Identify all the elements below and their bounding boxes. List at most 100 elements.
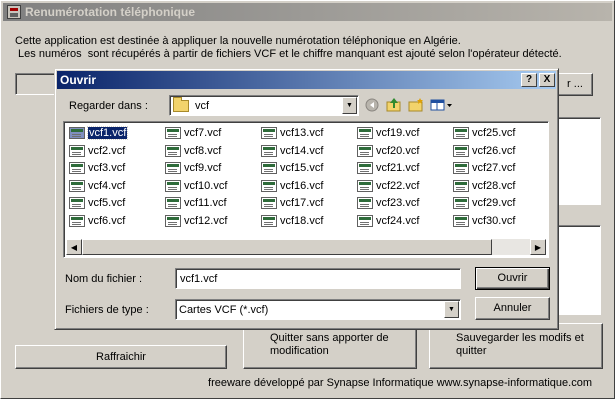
file-item[interactable]: vcf20.vcf — [357, 143, 419, 159]
filename-label: Nom du fichier : — [65, 273, 143, 285]
vcf-file-icon — [453, 144, 469, 157]
file-name: vcf29.vcf — [472, 197, 516, 209]
view-menu-icon[interactable] — [429, 96, 455, 114]
open-button[interactable]: Ouvrir — [475, 267, 550, 290]
file-name: vcf8.vcf — [184, 144, 222, 157]
back-icon[interactable] — [363, 96, 381, 114]
vcf-file-icon — [165, 127, 181, 139]
file-name: vcf26.vcf — [472, 144, 516, 157]
new-folder-icon[interactable] — [407, 96, 425, 114]
vcf-file-icon — [357, 127, 373, 139]
vcf-file-icon — [165, 162, 181, 174]
file-item[interactable]: vcf11.vcf — [165, 195, 227, 211]
main-window-title: Renumérotation téléphonique — [25, 5, 196, 19]
file-item[interactable]: vcf15.vcf — [261, 160, 323, 176]
vcf-file-icon — [357, 162, 373, 174]
file-name: vcf18.vcf — [280, 214, 324, 227]
vcf-file-icon — [261, 197, 277, 209]
file-name: vcf14.vcf — [280, 144, 324, 157]
up-folder-icon[interactable] — [385, 96, 403, 114]
file-item[interactable]: vcf1.vcf — [69, 125, 129, 141]
vcf-file-icon — [165, 144, 181, 157]
file-name: vcf22.vcf — [376, 179, 420, 192]
file-name: vcf15.vcf — [280, 162, 324, 174]
file-name: vcf7.vcf — [184, 127, 222, 139]
file-item[interactable]: vcf21.vcf — [357, 160, 419, 176]
file-item[interactable]: vcf24.vcf — [357, 213, 419, 229]
vcf-file-icon — [357, 197, 373, 209]
close-button[interactable]: X — [539, 73, 555, 87]
file-item[interactable]: vcf14.vcf — [261, 143, 323, 159]
file-item[interactable]: vcf2.vcf — [69, 143, 125, 159]
refresh-button[interactable]: Raffraichir — [15, 345, 227, 369]
path-field[interactable] — [15, 73, 57, 95]
file-item[interactable]: vcf3.vcf — [69, 160, 125, 176]
filetype-value: Cartes VCF (*.vcf) — [179, 303, 269, 316]
file-item[interactable]: vcf12.vcf — [165, 213, 227, 229]
filename-input[interactable]: vcf1.vcf — [175, 268, 461, 289]
file-item[interactable]: vcf28.vcf — [453, 178, 515, 194]
dialog-title: Ouvrir — [60, 73, 97, 87]
file-list[interactable]: ◀ ▶ vcf1.vcf vcf7.vcf vcf13.vcf vcf19.vcf vc… — [63, 121, 549, 258]
file-name: vcf30.vcf — [472, 214, 516, 227]
file-item[interactable]: vcf30.vcf — [453, 213, 515, 229]
file-name: vcf2.vcf — [88, 144, 126, 157]
scroll-thumb[interactable] — [82, 239, 492, 255]
file-item[interactable]: vcf16.vcf — [261, 178, 323, 194]
file-name: vcf23.vcf — [376, 197, 420, 209]
file-item[interactable]: vcf9.vcf — [165, 160, 221, 176]
folder-icon — [173, 96, 189, 112]
vcf-file-icon — [261, 127, 277, 139]
file-item[interactable]: vcf27.vcf — [453, 160, 515, 176]
file-item[interactable]: vcf26.vcf — [453, 143, 515, 159]
vcf-file-icon — [261, 162, 277, 174]
main-titlebar[interactable]: Renumérotation téléphonique — [3, 3, 612, 21]
help-button[interactable]: ? — [521, 73, 537, 87]
file-item[interactable]: vcf18.vcf — [261, 213, 323, 229]
file-name: vcf17.vcf — [280, 197, 324, 209]
file-item[interactable]: vcf4.vcf — [69, 178, 125, 194]
vcf-file-icon — [165, 214, 181, 227]
vcf-file-icon — [453, 179, 469, 192]
open-file-dialog: Ouvrir ? X Regarder dans : vcf ▼ ◀ ▶ vcf… — [54, 68, 559, 330]
file-item[interactable]: vcf7.vcf — [165, 125, 221, 141]
file-name: vcf21.vcf — [376, 162, 420, 174]
vcf-file-icon — [357, 214, 373, 227]
results-list-right-top[interactable] — [557, 117, 601, 205]
scroll-right-arrow-icon[interactable]: ▶ — [530, 239, 546, 255]
vcf-file-icon — [165, 179, 181, 192]
vcf-file-icon — [453, 127, 469, 139]
vcf-file-icon — [453, 197, 469, 209]
file-name: vcf4.vcf — [88, 179, 126, 192]
dialog-titlebar[interactable]: Ouvrir — [57, 71, 556, 89]
vcf-file-icon — [357, 179, 373, 192]
chevron-down-icon[interactable]: ▼ — [342, 97, 357, 114]
browse-button[interactable]: r ... — [557, 73, 593, 96]
file-item[interactable]: vcf6.vcf — [69, 213, 125, 229]
chevron-down-icon[interactable]: ▼ — [444, 301, 459, 318]
file-item[interactable]: vcf8.vcf — [165, 143, 221, 159]
cancel-button[interactable]: Annuler — [475, 297, 550, 320]
results-list-right-bottom[interactable] — [557, 225, 601, 315]
vcf-file-icon — [69, 162, 85, 174]
look-in-combo[interactable]: vcf ▼ — [169, 95, 359, 116]
filetype-combo[interactable]: Cartes VCF (*.vcf) ▼ — [175, 299, 461, 320]
file-item[interactable]: vcf29.vcf — [453, 195, 515, 211]
file-item[interactable]: vcf10.vcf — [165, 178, 227, 194]
file-item[interactable]: vcf23.vcf — [357, 195, 419, 211]
vcf-file-icon — [69, 127, 85, 139]
file-item[interactable]: vcf5.vcf — [69, 195, 125, 211]
vcf-file-icon — [453, 214, 469, 227]
vcf-file-icon — [357, 144, 373, 157]
file-item[interactable]: vcf19.vcf — [357, 125, 419, 141]
file-item[interactable]: vcf17.vcf — [261, 195, 323, 211]
file-name: vcf5.vcf — [88, 197, 126, 209]
scroll-left-arrow-icon[interactable]: ◀ — [66, 239, 82, 255]
file-item[interactable]: vcf13.vcf — [261, 125, 323, 141]
file-name: vcf9.vcf — [184, 162, 222, 174]
file-item[interactable]: vcf22.vcf — [357, 178, 419, 194]
file-name: vcf28.vcf — [472, 179, 516, 192]
file-name: vcf16.vcf — [280, 179, 324, 192]
horizontal-scrollbar[interactable]: ◀ ▶ — [66, 239, 546, 255]
file-item[interactable]: vcf25.vcf — [453, 125, 515, 141]
